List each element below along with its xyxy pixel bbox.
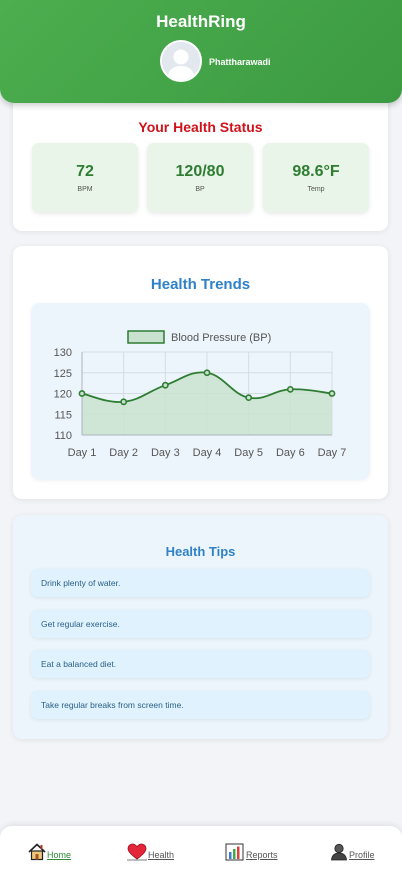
x-tick-label: Day 6 [276, 447, 305, 459]
health-trends-card: Health Trends 110 115 120 125 130 Day 1 Day 2 D… [13, 246, 388, 499]
x-tick-label: Day 7 [318, 447, 347, 459]
heart-rate-value: 72 [76, 163, 94, 180]
y-tick-label: 130 [54, 347, 72, 359]
user-name: Phattharawadi [209, 57, 271, 67]
blood-pressure-metric: 120/80 BP [147, 143, 253, 212]
nav-profile[interactable]: Profile [330, 841, 375, 861]
tip-item: Take regular breaks from screen time. [31, 691, 370, 719]
app-title: HealthRing [156, 12, 246, 31]
nav-home[interactable]: Home [28, 841, 71, 861]
y-tick-label: 125 [54, 368, 72, 380]
data-point [286, 385, 294, 393]
x-tick-label: Day 1 [68, 447, 97, 459]
nav-reports-label: Reports [246, 850, 278, 860]
tip-item: Get regular exercise. [31, 610, 370, 638]
data-point [120, 398, 128, 406]
y-tick-label: 120 [54, 389, 72, 401]
blood-pressure-value: 120/80 [175, 163, 225, 180]
heart-rate-metric: 72 BPM [32, 143, 138, 212]
avatar[interactable] [160, 40, 202, 82]
health-tips-title: Health Tips [165, 544, 236, 559]
health-trends-title: Health Trends [150, 276, 251, 293]
nav-home-label: Home [47, 850, 72, 860]
health-status-card: Your Health Status 72 BPM 120/80 BP 98.6… [13, 92, 388, 231]
health-tips-card: Health Tips Drink plenty of water. Get r… [13, 515, 388, 739]
data-point [203, 369, 211, 377]
user-avatar-icon [162, 42, 200, 80]
series-area [82, 372, 332, 435]
temperature-metric: 98.6°F Temp [263, 143, 369, 212]
legend-swatch [127, 330, 165, 344]
x-tick-label: Day 3 [151, 447, 180, 459]
data-point [161, 381, 169, 389]
x-tick-label: Day 4 [193, 447, 222, 459]
nav-health-label: Health [148, 850, 175, 860]
tip-item: Drink plenty of water. [31, 569, 370, 597]
blood-pressure-label: BP [195, 186, 205, 193]
legend-label: Blood Pressure (BP) [171, 332, 271, 344]
user-icon [331, 843, 347, 861]
temperature-label: Temp [307, 186, 325, 193]
home-icon [28, 843, 46, 861]
blood-pressure-chart: 110 115 120 125 130 Day 1 Day 2 Day 3 Day 4 Day 5… [54, 330, 347, 459]
temperature-value: 98.6°F [292, 163, 340, 180]
nav-reports[interactable]: Reports [225, 841, 278, 861]
data-point [245, 394, 253, 402]
chart-container: 110 115 120 125 130 Day 1 Day 2 Day 3 Day 4 Day 5… [31, 303, 370, 480]
data-point [328, 390, 336, 397]
health-status-title: Your Health Status [138, 119, 263, 135]
nav-profile-label: Profile [349, 850, 375, 860]
y-tick-label: 110 [54, 430, 72, 442]
data-point [78, 390, 86, 397]
chart-icon [225, 843, 244, 861]
nav-health[interactable]: Health [127, 841, 174, 861]
heart-rate-label: BPM [77, 186, 93, 193]
x-tick-label: Day 2 [109, 447, 138, 459]
bottom-nav: Home Health Reports Profile [0, 826, 402, 872]
tip-item: Eat a balanced diet. [31, 650, 370, 678]
app-header: HealthRing Phattharawadi [0, 0, 402, 103]
heart-icon [127, 843, 147, 861]
x-tick-label: Day 5 [234, 447, 263, 459]
y-tick-label: 115 [54, 409, 72, 421]
